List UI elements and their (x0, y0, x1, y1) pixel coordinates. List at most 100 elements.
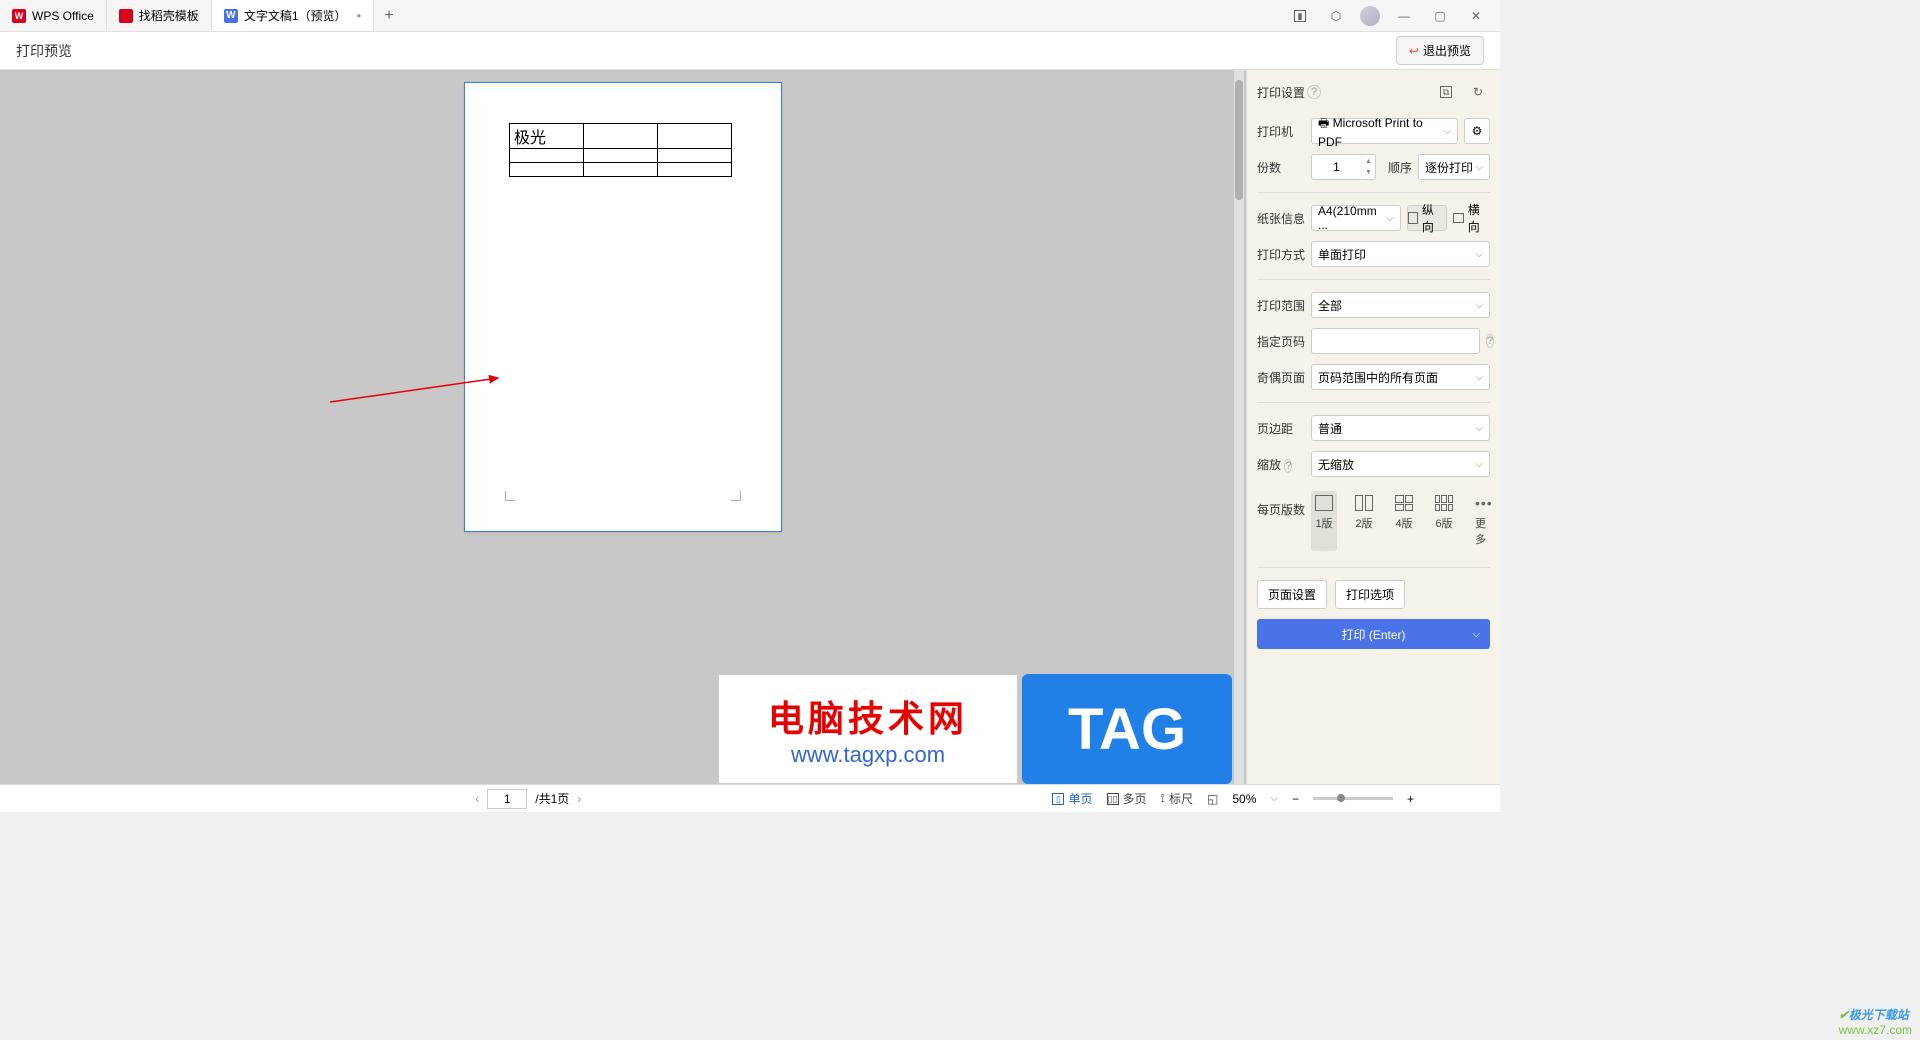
page-number-input[interactable] (487, 789, 527, 809)
odd-even-label: 奇偶页面 (1257, 369, 1305, 386)
table-cell: 极光 (510, 124, 584, 149)
paper-value: A4(210mm ... (1318, 204, 1386, 232)
layout-4-icon (1395, 495, 1413, 511)
multi-page-icon: ▯▯ (1107, 793, 1119, 805)
layout-label: 每页版数 (1257, 487, 1305, 518)
titlebar: W WPS Office 找稻壳模板 W 文字文稿1（预览） ● + ▮ ⬡ —… (0, 0, 1500, 32)
layout-2-button[interactable]: 2版 (1351, 491, 1377, 551)
odd-even-select[interactable]: 页码范围中的所有页面 ⌵ (1311, 364, 1490, 390)
tab-wps-office[interactable]: W WPS Office (0, 0, 107, 31)
page-setup-button[interactable]: 页面设置 (1257, 580, 1327, 609)
orientation-landscape-button[interactable]: 横向 (1453, 205, 1491, 231)
refresh-icon[interactable]: ↻ (1466, 80, 1490, 104)
preview-canvas[interactable]: 极光 电脑技术网 www.tagxp.com TAG (0, 70, 1246, 784)
print-options-button[interactable]: 打印选项 (1335, 580, 1405, 609)
wps-logo-icon: W (12, 9, 26, 23)
margin-label: 页边距 (1257, 420, 1305, 437)
odd-even-value: 页码范围中的所有页面 (1318, 369, 1438, 386)
single-page-icon: ▯ (1052, 793, 1064, 805)
spinner-down[interactable]: ▼ (1362, 167, 1375, 178)
close-button[interactable]: ✕ (1464, 4, 1488, 28)
copies-spinner[interactable]: ▲▼ (1311, 154, 1376, 180)
help-icon[interactable]: ? (1307, 85, 1321, 99)
chevron-down-icon: ⌵ (1475, 459, 1483, 470)
chevron-down-icon: ⌵ (1443, 126, 1451, 137)
new-tab-button[interactable]: + (374, 0, 403, 31)
maximize-button[interactable]: ▢ (1428, 4, 1452, 28)
page-next-button[interactable]: › (577, 792, 581, 806)
duplex-value: 单面打印 (1318, 246, 1366, 263)
margin-select[interactable]: 普通 ⌵ (1311, 415, 1490, 441)
tab-templates[interactable]: 找稻壳模板 (107, 0, 212, 31)
layout-6-button[interactable]: 6版 (1431, 491, 1457, 551)
exit-icon: ↩ (1409, 44, 1419, 58)
statusbar: ‹ /共1页 › ▯单页 ▯▯多页 ⟟标尺 ◱ 50% ⌵ − + ✔极光下载站… (0, 784, 1500, 812)
layout-more-button[interactable]: •••更多 (1471, 491, 1497, 551)
cube-icon[interactable]: ⬡ (1324, 4, 1348, 28)
page-total: /共1页 (535, 790, 569, 807)
copies-label: 份数 (1257, 159, 1305, 176)
spinner-up[interactable]: ▲ (1362, 156, 1375, 167)
view-multi-page-button[interactable]: ▯▯多页 (1107, 790, 1147, 807)
chevron-down-icon: ⌵ (1475, 162, 1483, 173)
gear-icon: ⚙ (1472, 124, 1483, 138)
site-watermark: ✔极光下载站 www.xz7.com (1839, 1006, 1912, 1037)
pages-input[interactable] (1311, 328, 1480, 354)
user-avatar[interactable] (1360, 6, 1380, 26)
vertical-scrollbar[interactable] (1234, 70, 1244, 784)
watermark-brand: 电脑技术网 www.tagxp.com (718, 674, 1018, 784)
paper-select[interactable]: A4(210mm ... ⌵ (1311, 205, 1401, 231)
zoom-slider-thumb[interactable] (1337, 794, 1345, 802)
print-button[interactable]: 打印 (Enter) ⌵ (1257, 619, 1490, 649)
minimize-button[interactable]: — (1392, 4, 1416, 28)
layout-6-icon (1435, 495, 1453, 511)
layout-2-icon (1355, 495, 1373, 511)
help-icon[interactable]: ? (1486, 334, 1494, 348)
range-value: 全部 (1318, 297, 1342, 314)
tab-document-active[interactable]: W 文字文稿1（预览） ● (212, 0, 375, 31)
scrollbar-thumb[interactable] (1235, 80, 1243, 200)
scale-select[interactable]: 无缩放 ⌵ (1311, 451, 1490, 477)
orientation-portrait-button[interactable]: 纵向 (1407, 205, 1447, 231)
watermark-tag: TAG (1022, 674, 1232, 784)
layout-4-button[interactable]: 4版 (1391, 491, 1417, 551)
page-prev-button[interactable]: ‹ (475, 792, 479, 806)
layout-1-icon (1315, 495, 1333, 511)
printer-select[interactable]: 🖶 Microsoft Print to PDF ⌵ (1311, 118, 1458, 144)
exit-preview-button[interactable]: ↩ 退出预览 (1396, 36, 1484, 65)
margin-value: 普通 (1318, 420, 1342, 437)
order-label: 顺序 (1388, 159, 1412, 176)
ruler-toggle-button[interactable]: ⟟标尺 (1161, 790, 1193, 807)
page-preview[interactable]: 极光 (464, 82, 782, 532)
chevron-down-icon: ⌵ (1475, 372, 1483, 383)
scale-label: 缩放 ? (1257, 456, 1305, 473)
page-margin-corner (731, 491, 741, 501)
layout-1-button[interactable]: 1版 (1311, 491, 1337, 551)
paper-label: 纸张信息 (1257, 210, 1305, 227)
toolbar: 打印预览 ↩ 退出预览 (0, 32, 1500, 70)
zoom-value: 50% (1232, 792, 1256, 806)
help-icon[interactable]: ? (1284, 459, 1292, 473)
fit-icon: ◱ (1207, 792, 1218, 806)
copies-input[interactable] (1312, 160, 1361, 174)
order-select[interactable]: 逐份打印 ⌵ (1418, 154, 1490, 180)
zoom-slider[interactable] (1313, 797, 1393, 800)
watermark-url: www.tagxp.com (791, 742, 945, 768)
print-settings-sidebar: 打印设置? ⧉ ↻ 打印机 🖶 Microsoft Print to PDF ⌵… (1246, 70, 1500, 784)
view-single-page-button[interactable]: ▯单页 (1052, 790, 1092, 807)
chevron-down-icon: ⌵ (1475, 300, 1483, 311)
chevron-down-icon[interactable]: ⌵ (1270, 793, 1278, 804)
panel-icon[interactable]: ▮ (1288, 4, 1312, 28)
layout-icon[interactable]: ⧉ (1434, 80, 1458, 104)
window-controls: ▮ ⬡ — ▢ ✕ (1276, 0, 1500, 31)
portrait-icon (1408, 212, 1418, 224)
zoom-out-button[interactable]: − (1292, 792, 1299, 806)
duplex-select[interactable]: 单面打印 ⌵ (1311, 241, 1490, 267)
printer-settings-button[interactable]: ⚙ (1464, 118, 1490, 144)
range-select[interactable]: 全部 ⌵ (1311, 292, 1490, 318)
tab-modified-dot: ● (357, 11, 362, 20)
chevron-down-icon: ⌵ (1472, 629, 1480, 640)
fit-page-button[interactable]: ◱ (1207, 792, 1218, 806)
tab-label: 找稻壳模板 (139, 7, 199, 24)
zoom-in-button[interactable]: + (1407, 792, 1414, 806)
